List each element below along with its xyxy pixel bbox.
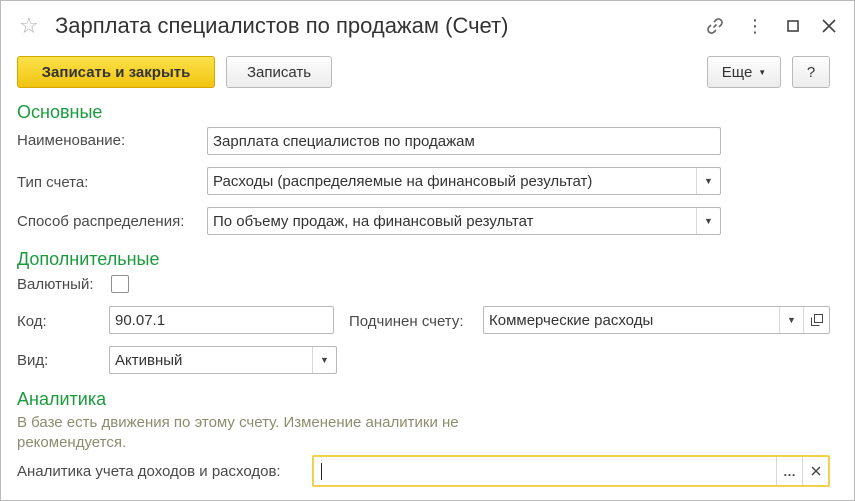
more-label: Еще	[721, 63, 753, 81]
parent-account-select[interactable]: Коммерческие расходы ▼	[483, 306, 830, 334]
link-icon[interactable]	[703, 13, 727, 39]
open-icon[interactable]	[803, 307, 829, 333]
section-additional-title: Дополнительные	[17, 249, 160, 269]
code-value: 90.07.1	[115, 311, 166, 329]
code-label: Код:	[17, 313, 47, 330]
more-vertical-icon[interactable]: ⋮	[743, 13, 767, 39]
section-main-title: Основные	[17, 102, 103, 122]
clear-icon[interactable]	[802, 457, 828, 485]
maximize-icon[interactable]	[781, 13, 805, 39]
account-form-window: ☆ Зарплата специалистов по продажам (Сче…	[0, 0, 855, 501]
name-input[interactable]: Зарплата специалистов по продажам	[207, 127, 721, 155]
distribution-select[interactable]: По объему продаж, на финансовый результа…	[207, 207, 721, 235]
account-type-select[interactable]: Расходы (распределяемые на финансовый ре…	[207, 167, 721, 195]
account-type-value: Расходы (распределяемые на финансовый ре…	[213, 172, 593, 190]
dropdown-arrow-icon[interactable]: ▼	[696, 168, 720, 194]
parent-account-value: Коммерческие расходы	[489, 311, 654, 329]
select-ellipsis-icon[interactable]: …	[776, 457, 802, 485]
section-analytics-title: Аналитика	[17, 389, 107, 409]
chevron-down-icon: ▼	[758, 67, 767, 77]
dropdown-arrow-icon[interactable]: ▼	[696, 208, 720, 234]
close-icon[interactable]	[817, 13, 841, 39]
distribution-label: Способ распределения:	[17, 213, 185, 230]
dropdown-arrow-icon[interactable]: ▼	[312, 347, 336, 373]
name-label: Наименование:	[17, 132, 126, 149]
text-cursor	[321, 463, 322, 480]
help-button[interactable]: ?	[792, 56, 830, 88]
kind-select[interactable]: Активный ▼	[109, 346, 337, 374]
favorite-star-icon[interactable]: ☆	[19, 13, 39, 39]
analytics-warning-note: В базе есть движения по этому счету. Изм…	[17, 414, 459, 451]
save-and-close-button[interactable]: Записать и закрыть	[17, 56, 215, 88]
kind-label: Вид:	[17, 352, 49, 369]
dropdown-arrow-icon[interactable]: ▼	[779, 307, 803, 333]
analytics-income-label: Аналитика учета доходов и расходов:	[17, 463, 281, 480]
more-button[interactable]: Еще ▼	[707, 56, 781, 88]
currency-label: Валютный:	[17, 276, 94, 293]
kind-value: Активный	[115, 351, 183, 369]
code-input[interactable]: 90.07.1	[109, 306, 334, 334]
currency-checkbox[interactable]	[111, 275, 129, 293]
window-title: Зарплата специалистов по продажам (Счет)	[55, 13, 509, 38]
save-button[interactable]: Записать	[226, 56, 332, 88]
account-type-label: Тип счета:	[17, 174, 89, 191]
analytics-income-input[interactable]: …	[312, 455, 830, 487]
distribution-value: По объему продаж, на финансовый результа…	[213, 212, 534, 230]
name-value: Зарплата специалистов по продажам	[213, 132, 475, 150]
parent-account-label: Подчинен счету:	[349, 313, 464, 330]
